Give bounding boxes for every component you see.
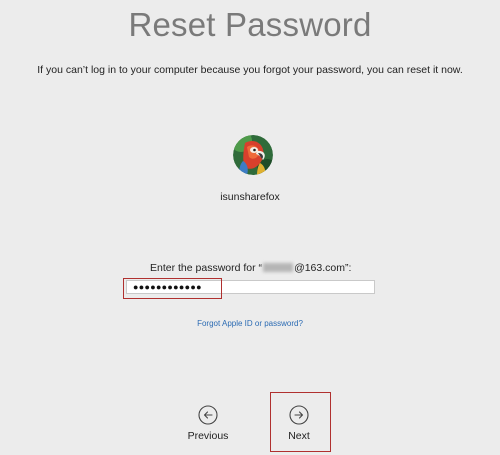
parrot-avatar-icon	[233, 135, 273, 175]
password-prompt: Enter the password for “ @163.com”:	[150, 262, 351, 274]
password-prompt-prefix: Enter the password for “	[150, 262, 263, 274]
password-prompt-suffix: @163.com”:	[294, 262, 352, 274]
reset-description: If you can’t log in to your computer bec…	[37, 64, 463, 76]
previous-label: Previous	[187, 430, 229, 442]
password-field-highlight	[123, 278, 222, 299]
arrow-left-circle-icon	[198, 405, 218, 425]
username-label: isunsharefox	[220, 191, 280, 203]
redacted-email	[263, 263, 294, 272]
forgot-apple-id-link[interactable]: Forgot Apple ID or password?	[0, 319, 500, 328]
next-button-highlight	[270, 392, 331, 452]
previous-button[interactable]: Previous	[183, 405, 233, 442]
page-title: Reset Password	[128, 6, 372, 43]
avatar	[233, 135, 273, 175]
